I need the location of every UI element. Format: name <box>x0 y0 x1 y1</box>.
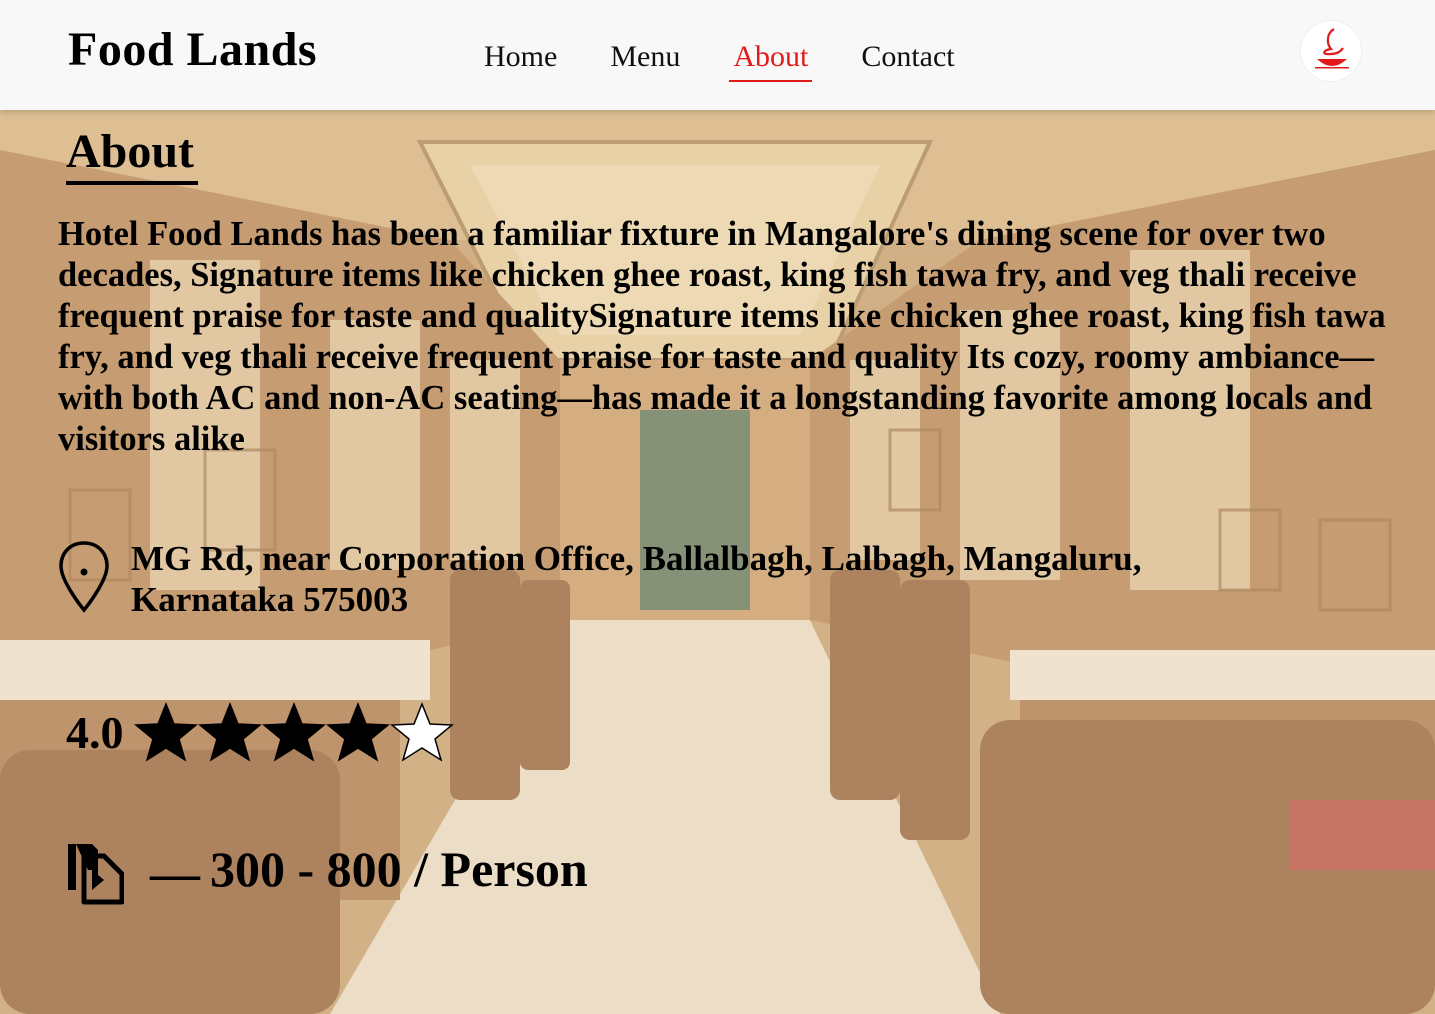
top-navbar: Food Lands Home Menu About Contact <box>0 0 1435 110</box>
star-filled-icon <box>198 702 262 762</box>
document-icon <box>64 840 125 911</box>
rating-stars <box>134 702 454 762</box>
star-filled-icon <box>134 702 198 762</box>
map-pin-icon <box>58 540 110 619</box>
food-lands-logo-icon <box>1315 28 1349 69</box>
nav-home[interactable]: Home <box>480 38 561 82</box>
page-title: About <box>66 124 199 185</box>
main-nav: Home Menu About Contact <box>480 38 1004 82</box>
restaurant-address: MG Rd, near Corporation Office, Ballalba… <box>131 539 1142 619</box>
about-description: Hotel Food Lands has been a familiar fix… <box>58 215 1386 458</box>
nav-contact[interactable]: Contact <box>857 38 958 82</box>
brand-title[interactable]: Food Lands <box>68 22 317 77</box>
price-separator: — <box>150 845 200 901</box>
brand-logo[interactable] <box>1300 20 1362 82</box>
nav-about[interactable]: About <box>729 38 813 82</box>
star-filled-icon <box>262 702 326 762</box>
about-section: About Hotel Food Lands has been a famili… <box>0 0 1435 1014</box>
star-filled-icon <box>326 702 390 762</box>
star-empty-icon <box>390 702 454 762</box>
nav-menu[interactable]: Menu <box>606 38 684 82</box>
rating-value: 4.0 <box>66 707 124 758</box>
price-row: — 300 - 800 / Person <box>64 836 684 908</box>
price-range: 300 - 800 / Person <box>210 841 588 897</box>
